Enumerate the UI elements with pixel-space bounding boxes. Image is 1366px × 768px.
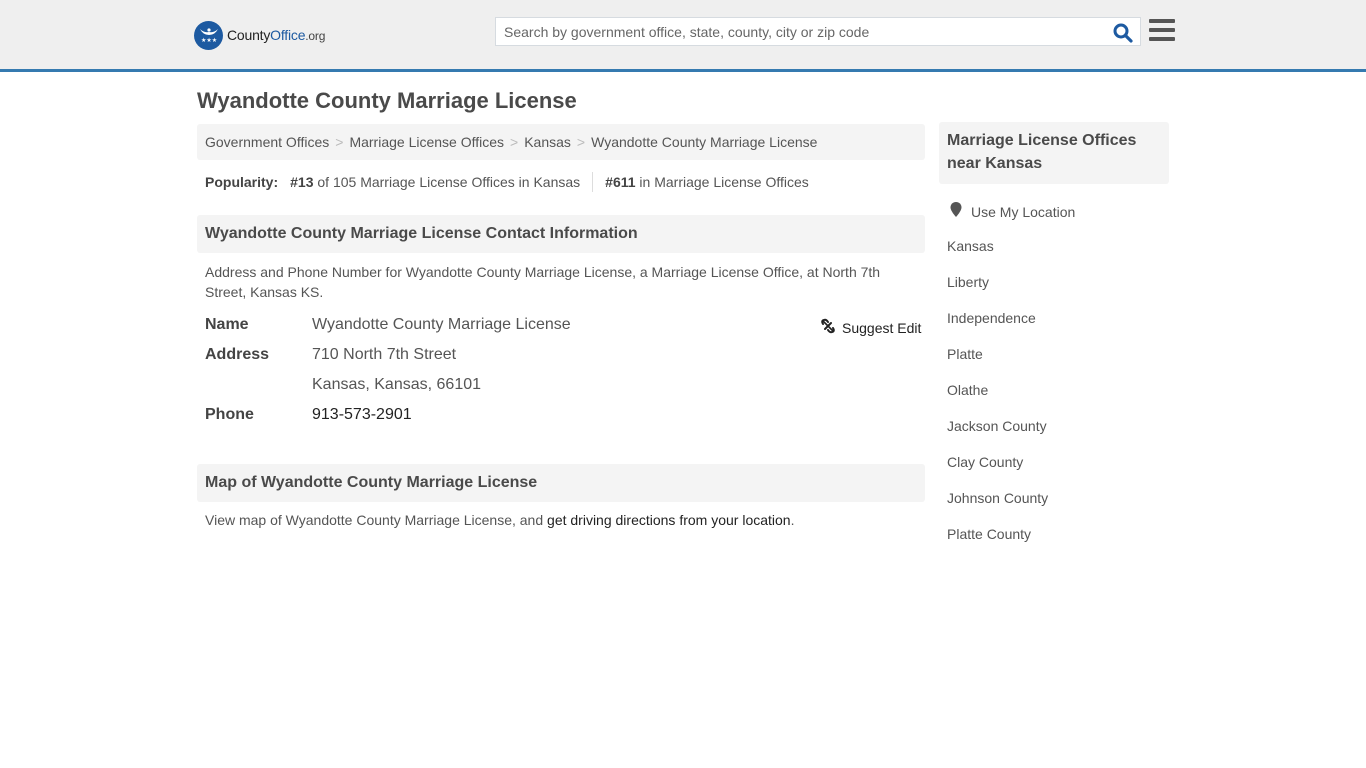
sidebar-link[interactable]: Johnson County (947, 490, 1048, 506)
logo-link[interactable]: ★★★ CountyOffice.org (194, 20, 325, 50)
divider (592, 172, 594, 192)
map-text-suffix: . (790, 512, 795, 528)
breadcrumb-separator: > (335, 134, 344, 150)
popularity-bar: Popularity: #13 of 105 Marriage License … (205, 172, 809, 192)
info-key: Address (205, 346, 270, 363)
map-pin-icon (950, 202, 962, 221)
site-header: ★★★ CountyOffice.org (0, 0, 1366, 72)
popularity-label: Popularity: (205, 174, 279, 190)
sidebar-link-liberty: Liberty (947, 274, 989, 290)
breadcrumb-separator: > (576, 134, 586, 150)
map-description: View map of Wyandotte County Marriage Li… (205, 510, 905, 530)
breadcrumb: Government Offices > Marriage License Offi… (197, 124, 925, 160)
breadcrumb-item-government-offices[interactable]: Government Offices (205, 134, 329, 150)
sidebar-link[interactable]: Jackson County (947, 418, 1047, 434)
contact-description: Address and Phone Number for Wyandotte C… (205, 264, 881, 300)
sidebar-link[interactable]: Independence (947, 310, 1036, 326)
info-value: Wyandotte County Marriage License (312, 316, 571, 333)
info-value: 710 North 7th Street (312, 346, 457, 363)
suggest-edit[interactable]: Suggest Edit (820, 318, 921, 337)
sidebar-link-olathe: Olathe (947, 382, 988, 398)
search-icon[interactable] (1112, 22, 1134, 44)
sidebar-link-platte-county: Platte County (947, 526, 1031, 542)
broken-link-icon (820, 318, 836, 337)
phone-link[interactable]: 913-573-2901 (312, 406, 412, 423)
national-rank: #611 (605, 174, 636, 190)
use-my-location-link[interactable]: Use My Location (971, 204, 1075, 220)
sidebar-link[interactable]: Platte County (947, 526, 1031, 542)
breadcrumb-item-marriage-license-offices[interactable]: Marriage License Offices (349, 134, 504, 150)
national-rank-text: in Marriage License Offices (639, 174, 809, 190)
sidebar-link[interactable]: Kansas (947, 238, 994, 254)
sidebar-link-johnson-county: Johnson County (947, 490, 1048, 506)
sidebar-link-clay-county: Clay County (947, 454, 1023, 470)
sidebar-link[interactable]: Olathe (947, 382, 988, 398)
map-section-heading: Map of Wyandotte County Marriage License (197, 464, 925, 502)
sidebar-link-independence: Independence (947, 310, 1036, 326)
search-box (495, 17, 1141, 46)
sidebar-link-kansas: Kansas (947, 238, 994, 254)
use-my-location[interactable]: Use My Location (950, 202, 1075, 221)
sidebar-link-platte: Platte (947, 346, 983, 362)
state-rank-text: of 105 Marriage License Offices in Kansa… (317, 174, 581, 190)
info-value: Kansas, Kansas, 66101 (312, 376, 482, 393)
sidebar-link[interactable]: Liberty (947, 274, 989, 290)
sidebar-link[interactable]: Clay County (947, 454, 1023, 470)
map-text: View map of Wyandotte County Marriage Li… (205, 512, 548, 528)
breadcrumb-separator: > (510, 134, 519, 150)
state-rank: #13 (290, 174, 314, 190)
driving-directions-link[interactable]: get driving directions from your locatio… (547, 512, 791, 528)
search-input[interactable] (496, 18, 1096, 45)
logo-text: CountyOffice.org (227, 27, 326, 43)
breadcrumb-item-kansas[interactable]: Kansas (524, 134, 571, 150)
info-key: Phone (205, 406, 254, 423)
sidebar-heading: Marriage License Offices near Kansas (939, 122, 1169, 184)
sidebar-link-jackson-county: Jackson County (947, 418, 1047, 434)
svg-text:★★★: ★★★ (201, 37, 217, 44)
page-title: Wyandotte County Marriage License (197, 88, 577, 113)
info-key: Name (205, 316, 249, 333)
breadcrumb-item-current: Wyandotte County Marriage License (591, 134, 818, 150)
contact-section-heading: Wyandotte County Marriage License Contac… (197, 215, 925, 253)
eagle-logo-icon: ★★★ (194, 20, 223, 50)
sidebar-link[interactable]: Platte (947, 346, 983, 362)
hamburger-menu-icon[interactable] (1149, 19, 1175, 41)
suggest-edit-link[interactable]: Suggest Edit (842, 320, 921, 336)
